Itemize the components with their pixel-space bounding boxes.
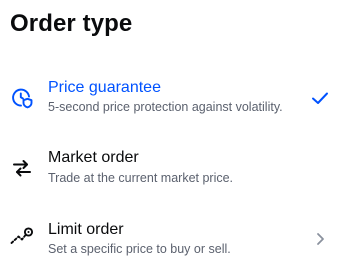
option-subtitle: Set a specific price to buy or sell. bbox=[48, 242, 231, 256]
chevron-right-icon bbox=[310, 229, 330, 249]
checkmark-icon bbox=[310, 88, 330, 108]
shield-clock-icon bbox=[10, 86, 34, 110]
swap-arrows-icon bbox=[10, 156, 34, 180]
option-limit-order[interactable]: Limit order Set a specific price to buy … bbox=[0, 213, 342, 269]
option-title: Limit order bbox=[48, 221, 124, 238]
option-subtitle: 5-second price protection against volati… bbox=[48, 100, 283, 114]
option-price-guarantee[interactable]: Price guarantee 5-second price protectio… bbox=[0, 72, 342, 128]
option-market-order[interactable]: Market order Trade at the current market… bbox=[0, 142, 342, 198]
option-subtitle: Trade at the current market price. bbox=[48, 171, 234, 185]
page-title: Order type bbox=[10, 10, 133, 37]
option-title: Price guarantee bbox=[48, 79, 161, 96]
option-title: Market order bbox=[48, 149, 139, 166]
target-trend-icon bbox=[10, 225, 34, 249]
